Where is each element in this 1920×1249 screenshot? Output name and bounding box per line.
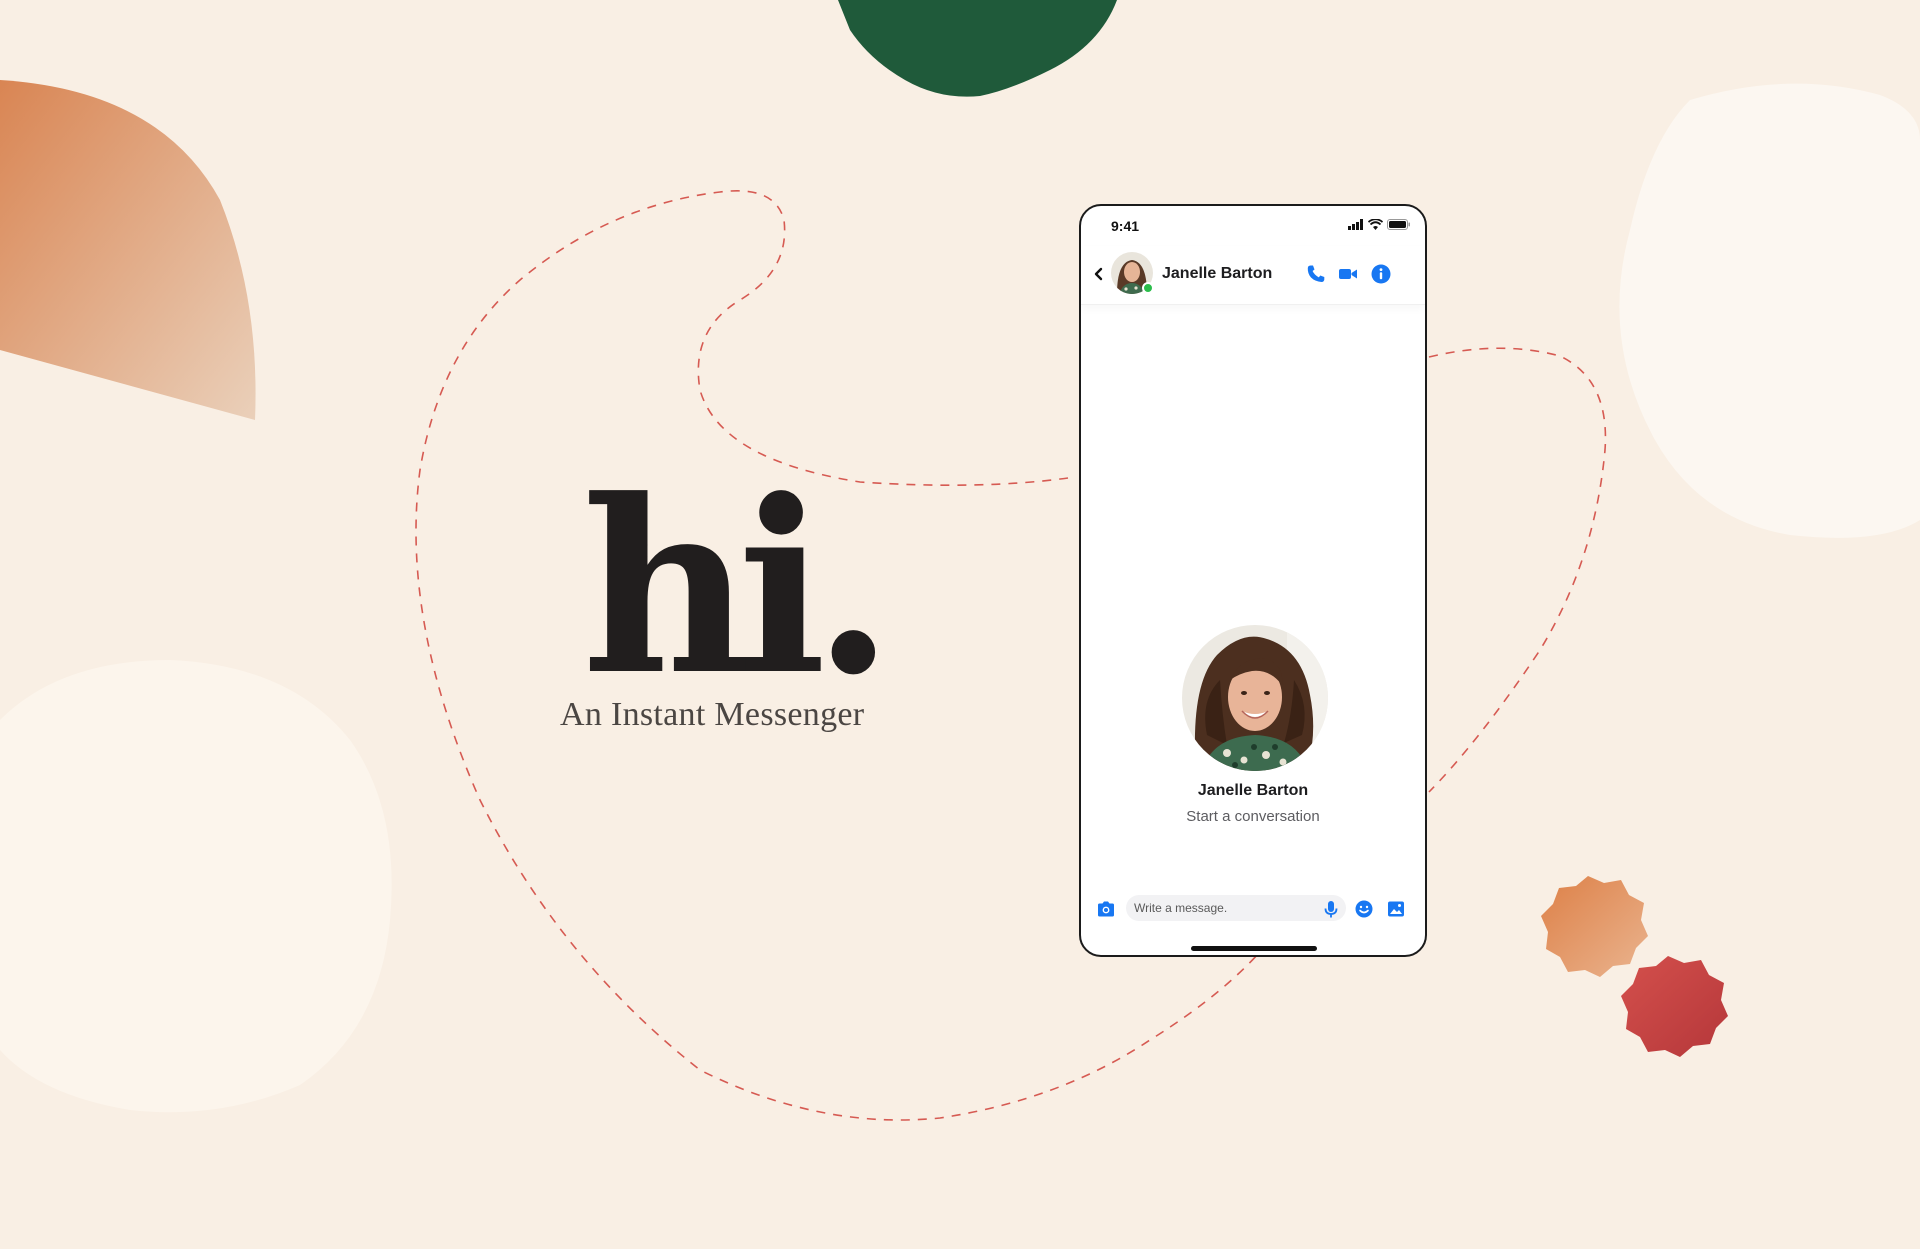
emoji-icon[interactable] [1353,898,1375,920]
dashed-path-right [1428,347,1607,793]
brand-lockup: hi. An Instant Messenger [560,470,960,734]
avatar[interactable] [1111,252,1154,294]
light-blob-left [0,660,392,1113]
microphone-icon[interactable] [1320,898,1342,920]
status-icons [1348,219,1411,230]
signal-icon [1348,219,1363,230]
wifi-icon [1368,219,1383,230]
message-input[interactable] [1126,895,1346,921]
header-contact-name[interactable]: Janelle Barton [1162,265,1272,283]
background-decor [0,0,1920,1121]
phone-mockup: 9:41 Janelle Barton Janelle Barton Start… [1079,204,1427,957]
empty-state-subtitle: Start a conversation [1186,808,1320,825]
back-chevron-icon[interactable] [1091,264,1107,284]
image-icon[interactable] [1385,898,1407,920]
info-icon[interactable] [1369,262,1393,286]
brand-wordmark: hi. [582,449,894,728]
green-blob-top [838,0,1117,97]
phone-call-icon[interactable] [1304,262,1328,286]
orange-blob-top-left [0,80,256,420]
status-bar: 9:41 [1081,206,1425,246]
chat-header: Janelle Barton [1081,246,1425,305]
message-composer [1081,891,1425,927]
contact-photo-image [1182,625,1328,771]
red-badge [1621,956,1728,1057]
home-indicator [1191,946,1317,951]
contact-profile-photo[interactable] [1182,625,1328,771]
light-blob-right [1619,83,1920,538]
battery-icon [1387,219,1410,230]
orange-badge [1541,876,1648,977]
online-status-dot [1142,282,1154,294]
status-time: 9:41 [1111,218,1140,234]
camera-icon[interactable] [1095,898,1117,920]
video-call-icon[interactable] [1336,262,1360,286]
empty-state-contact-name: Janelle Barton [1197,782,1309,799]
